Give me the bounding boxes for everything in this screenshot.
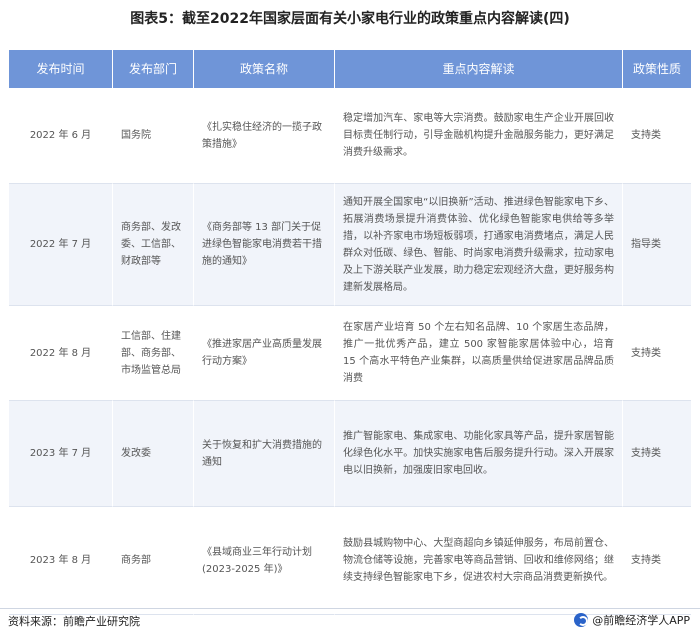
column-header-name: 政策名称 (194, 50, 335, 88)
column-header-date: 发布时间 (9, 50, 113, 88)
policy-table: 发布时间 发布部门 政策名称 重点内容解读 政策性质 2022 年 6 月 国务… (9, 50, 691, 615)
cell-nature: 支持类 (623, 401, 691, 507)
column-header-content: 重点内容解读 (335, 50, 623, 88)
brand-label: @前瞻经济学人APP (592, 614, 690, 627)
cell-content: 通知开展全国家电“以旧换新”活动、推进绿色智能家电下乡、拓展消费场景提升消费体验… (335, 184, 623, 306)
footer-divider (0, 608, 700, 609)
table-row: 2022 年 7 月 商务部、发改委、工信部、财政部等 《商务部等 13 部门关… (9, 184, 691, 306)
cell-name: 《扎实稳住经济的一揽子政策措施》 (194, 88, 335, 184)
cell-content: 稳定增加汽车、家电等大宗消费。鼓励家电生产企业开展回收目标责任制行动，引导金融机… (335, 88, 623, 184)
table-row: 2022 年 6 月 国务院 《扎实稳住经济的一揽子政策措施》 稳定增加汽车、家… (9, 88, 691, 184)
brand-credit: @前瞻经济学人APP (574, 612, 690, 628)
brand-logo-icon (574, 613, 589, 627)
cell-name: 《县域商业三年行动计划(2023-2025 年)》 (194, 507, 335, 615)
cell-date: 2022 年 6 月 (9, 88, 113, 184)
cell-name: 关于恢复和扩大消费措施的通知 (194, 401, 335, 507)
column-header-nature: 政策性质 (623, 50, 691, 88)
table-header-row: 发布时间 发布部门 政策名称 重点内容解读 政策性质 (9, 50, 691, 88)
cell-name: 《商务部等 13 部门关于促进绿色智能家电消费若干措施的通知》 (194, 184, 335, 306)
cell-dept: 工信部、住建部、商务部、市场监管总局 (113, 306, 194, 401)
cell-name: 《推进家居产业高质量发展行动方案》 (194, 306, 335, 401)
page-title: 图表5：截至2022年国家层面有关小家电行业的政策重点内容解读(四) (130, 11, 570, 27)
cell-nature: 支持类 (623, 507, 691, 615)
cell-content: 推广智能家电、集成家电、功能化家具等产品，提升家居智能化绿色化水平。加快实施家电… (335, 401, 623, 507)
cell-nature: 支持类 (623, 306, 691, 401)
cell-nature: 支持类 (623, 88, 691, 184)
cell-dept: 国务院 (113, 88, 194, 184)
cell-date: 2022 年 8 月 (9, 306, 113, 401)
table-row: 2023 年 8 月 商务部 《县域商业三年行动计划(2023-2025 年)》… (9, 507, 691, 615)
cell-dept: 商务部、发改委、工信部、财政部等 (113, 184, 194, 306)
cell-date: 2022 年 7 月 (9, 184, 113, 306)
source-note: 资料来源：前瞻产业研究院 (8, 615, 140, 628)
table-row: 2023 年 7 月 发改委 关于恢复和扩大消费措施的通知 推广智能家电、集成家… (9, 401, 691, 507)
cell-date: 2023 年 7 月 (9, 401, 113, 507)
table-row: 2022 年 8 月 工信部、住建部、商务部、市场监管总局 《推进家居产业高质量… (9, 306, 691, 401)
cell-dept: 商务部 (113, 507, 194, 615)
cell-date: 2023 年 8 月 (9, 507, 113, 615)
cell-content: 在家居产业培育 50 个左右知名品牌、10 个家居生态品牌，推广一批优秀产品，建… (335, 306, 623, 401)
cell-nature: 指导类 (623, 184, 691, 306)
cell-content: 鼓励县城购物中心、大型商超向乡镇延伸服务，布局前置仓、物流仓储等设施，完善家电等… (335, 507, 623, 615)
column-header-dept: 发布部门 (113, 50, 194, 88)
cell-dept: 发改委 (113, 401, 194, 507)
